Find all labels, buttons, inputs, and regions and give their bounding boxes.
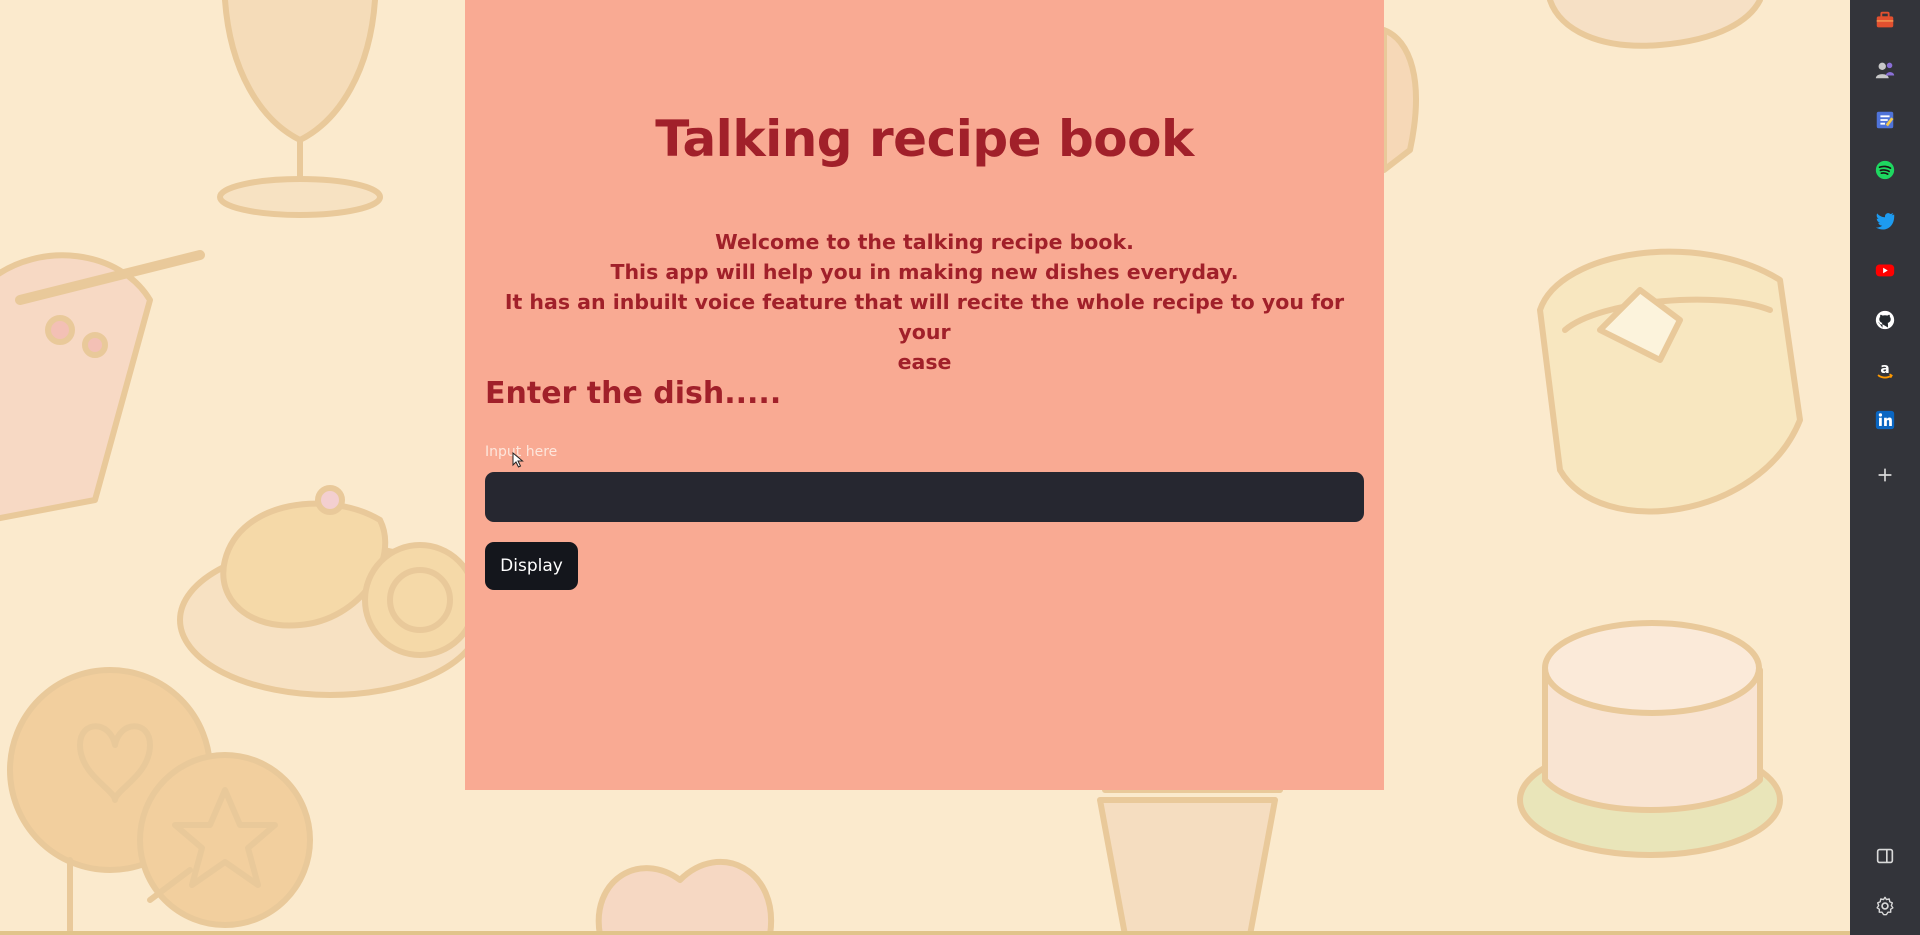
page-title: Talking recipe book: [655, 110, 1194, 168]
sundae-glass-illustration: [217, 0, 383, 218]
mouse-cursor-icon: [512, 452, 524, 468]
linkedin-icon[interactable]: [1873, 408, 1897, 432]
amazon-icon[interactable]: a: [1873, 358, 1897, 382]
intro-line: Welcome to the talking recipe book.: [715, 230, 1134, 254]
bottom-border: [0, 931, 1850, 935]
intro-line: It has an inbuilt voice feature that wil…: [504, 290, 1345, 344]
sidebar-toggle-icon[interactable]: [1873, 844, 1897, 868]
intro-text: Welcome to the talking recipe book. This…: [485, 227, 1364, 377]
youtube-icon[interactable]: [1873, 258, 1897, 282]
lollipop-illustration: [7, 667, 313, 935]
dish-input[interactable]: [485, 472, 1364, 522]
heart-cookie-illustration: [595, 859, 775, 935]
dish-subheading: Enter the dish.....: [485, 376, 782, 411]
main-panel: Talking recipe book Welcome to the talki…: [465, 0, 1384, 790]
display-button[interactable]: Display: [485, 542, 578, 590]
twitter-icon[interactable]: [1873, 208, 1897, 232]
notepad-icon[interactable]: [1873, 108, 1897, 132]
top-right-cup-illustration: [1547, 0, 1763, 49]
cake-illustration: [1517, 620, 1783, 858]
briefcase-icon[interactable]: [1873, 8, 1897, 32]
svg-text:a: a: [1880, 361, 1889, 377]
intro-line: This app will help you in making new dis…: [610, 260, 1239, 284]
side-pastry-illustration: [1381, 27, 1419, 173]
add-icon[interactable]: [1873, 463, 1897, 487]
users-icon[interactable]: [1873, 58, 1897, 82]
github-icon[interactable]: [1873, 308, 1897, 332]
spotify-icon[interactable]: [1873, 158, 1897, 182]
cupcake-illustration: [1097, 764, 1283, 935]
cinnamon-roll-illustration: [177, 485, 483, 698]
gear-icon[interactable]: [1873, 894, 1897, 918]
intro-line: ease: [897, 350, 952, 374]
drink-cup-illustration: [0, 250, 205, 522]
jelly-dessert-illustration: [1537, 248, 1803, 515]
browser-sidebar: a: [1850, 0, 1920, 935]
